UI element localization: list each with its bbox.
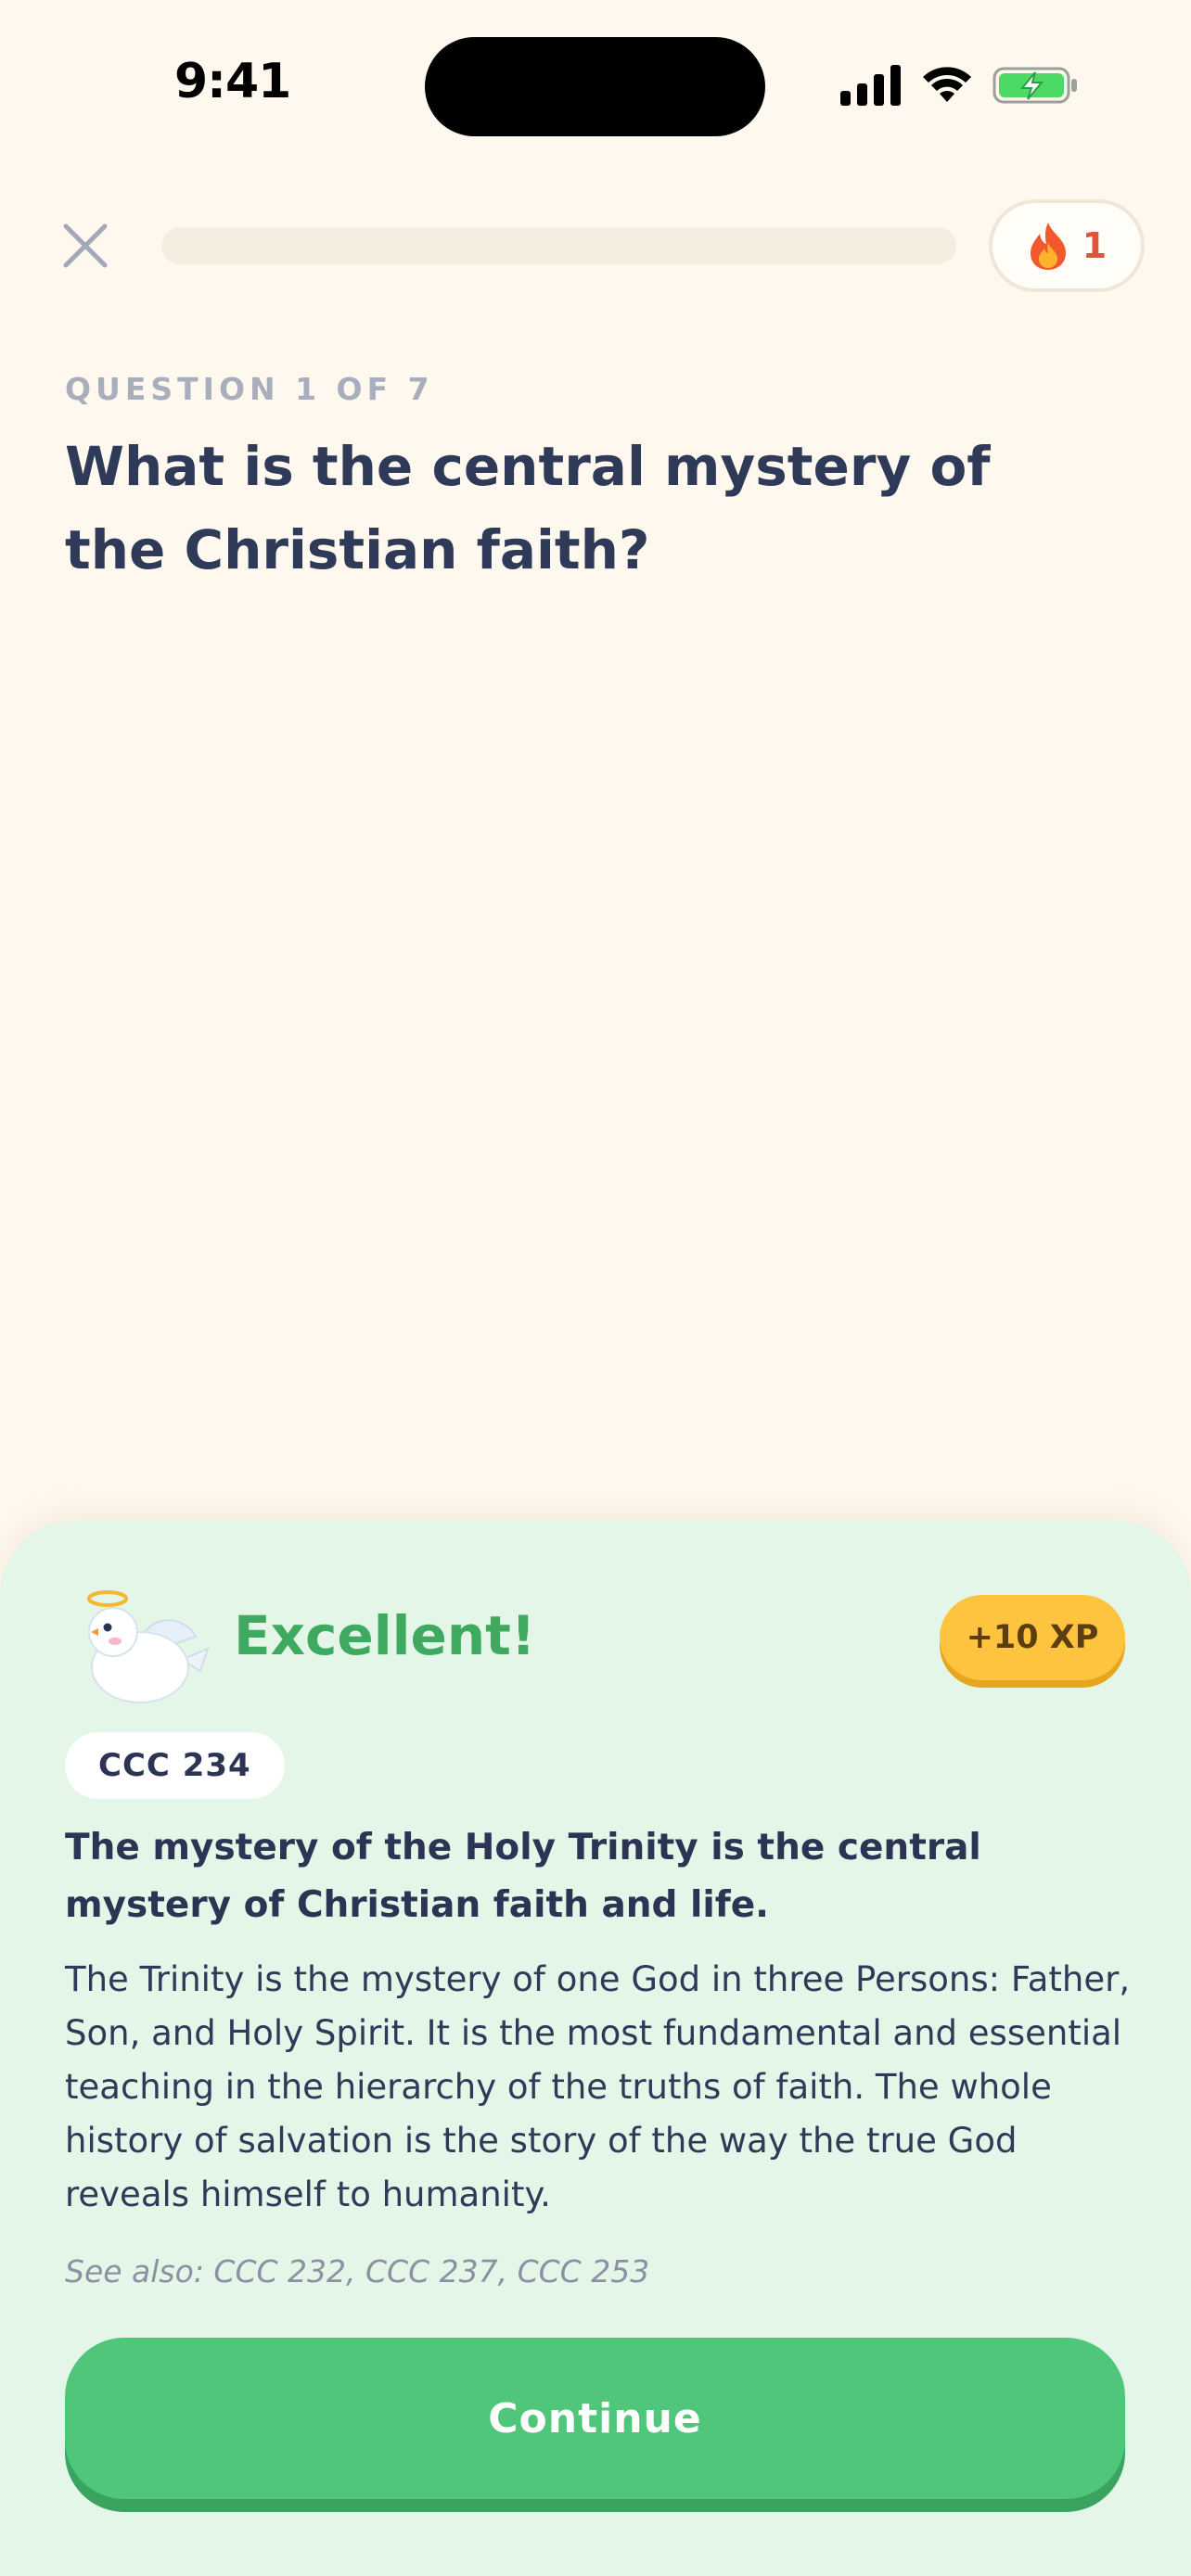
- question-text: What is the central mystery of the Chris…: [65, 435, 991, 581]
- battery-charging-icon: [992, 67, 1077, 104]
- wifi-icon: [923, 67, 971, 102]
- xp-badge: +10 XP: [940, 1595, 1125, 1680]
- angel-dove-mascot-icon: [87, 1590, 210, 1703]
- catechism-reference-tag: CCC 234: [65, 1732, 285, 1799]
- feedback-title: Excellent!: [234, 1604, 536, 1667]
- dynamic-island: [425, 37, 765, 136]
- status-icons: [840, 65, 1080, 106]
- close-icon: [63, 223, 108, 268]
- answer-summary: The mystery of the Holy Trinity is the c…: [65, 1827, 981, 1926]
- close-button[interactable]: [58, 218, 113, 274]
- quiz-screen: 9:41 1 QUESTION 1 OF 7 What is the centr…: [0, 0, 1191, 2576]
- answer-explanation: The Trinity is the mystery of one God in…: [65, 1959, 1131, 2214]
- status-time: 9:41: [174, 54, 291, 109]
- streak-count: 1: [1082, 225, 1108, 266]
- feedback-sheet: Excellent! +10 XP CCC 234 The mystery of…: [0, 1521, 1191, 2576]
- question-counter: QUESTION 1 OF 7: [65, 371, 434, 407]
- cellular-signal-icon: [840, 65, 901, 106]
- streak-badge[interactable]: 1: [989, 199, 1145, 292]
- see-also-references: See also: CCC 232, CCC 237, CCC 253: [65, 2253, 650, 2289]
- flame-icon: [1030, 223, 1066, 270]
- continue-button[interactable]: Continue: [65, 2338, 1125, 2499]
- status-bar: 9:41: [0, 0, 1191, 176]
- quiz-progress-bar: [161, 227, 956, 264]
